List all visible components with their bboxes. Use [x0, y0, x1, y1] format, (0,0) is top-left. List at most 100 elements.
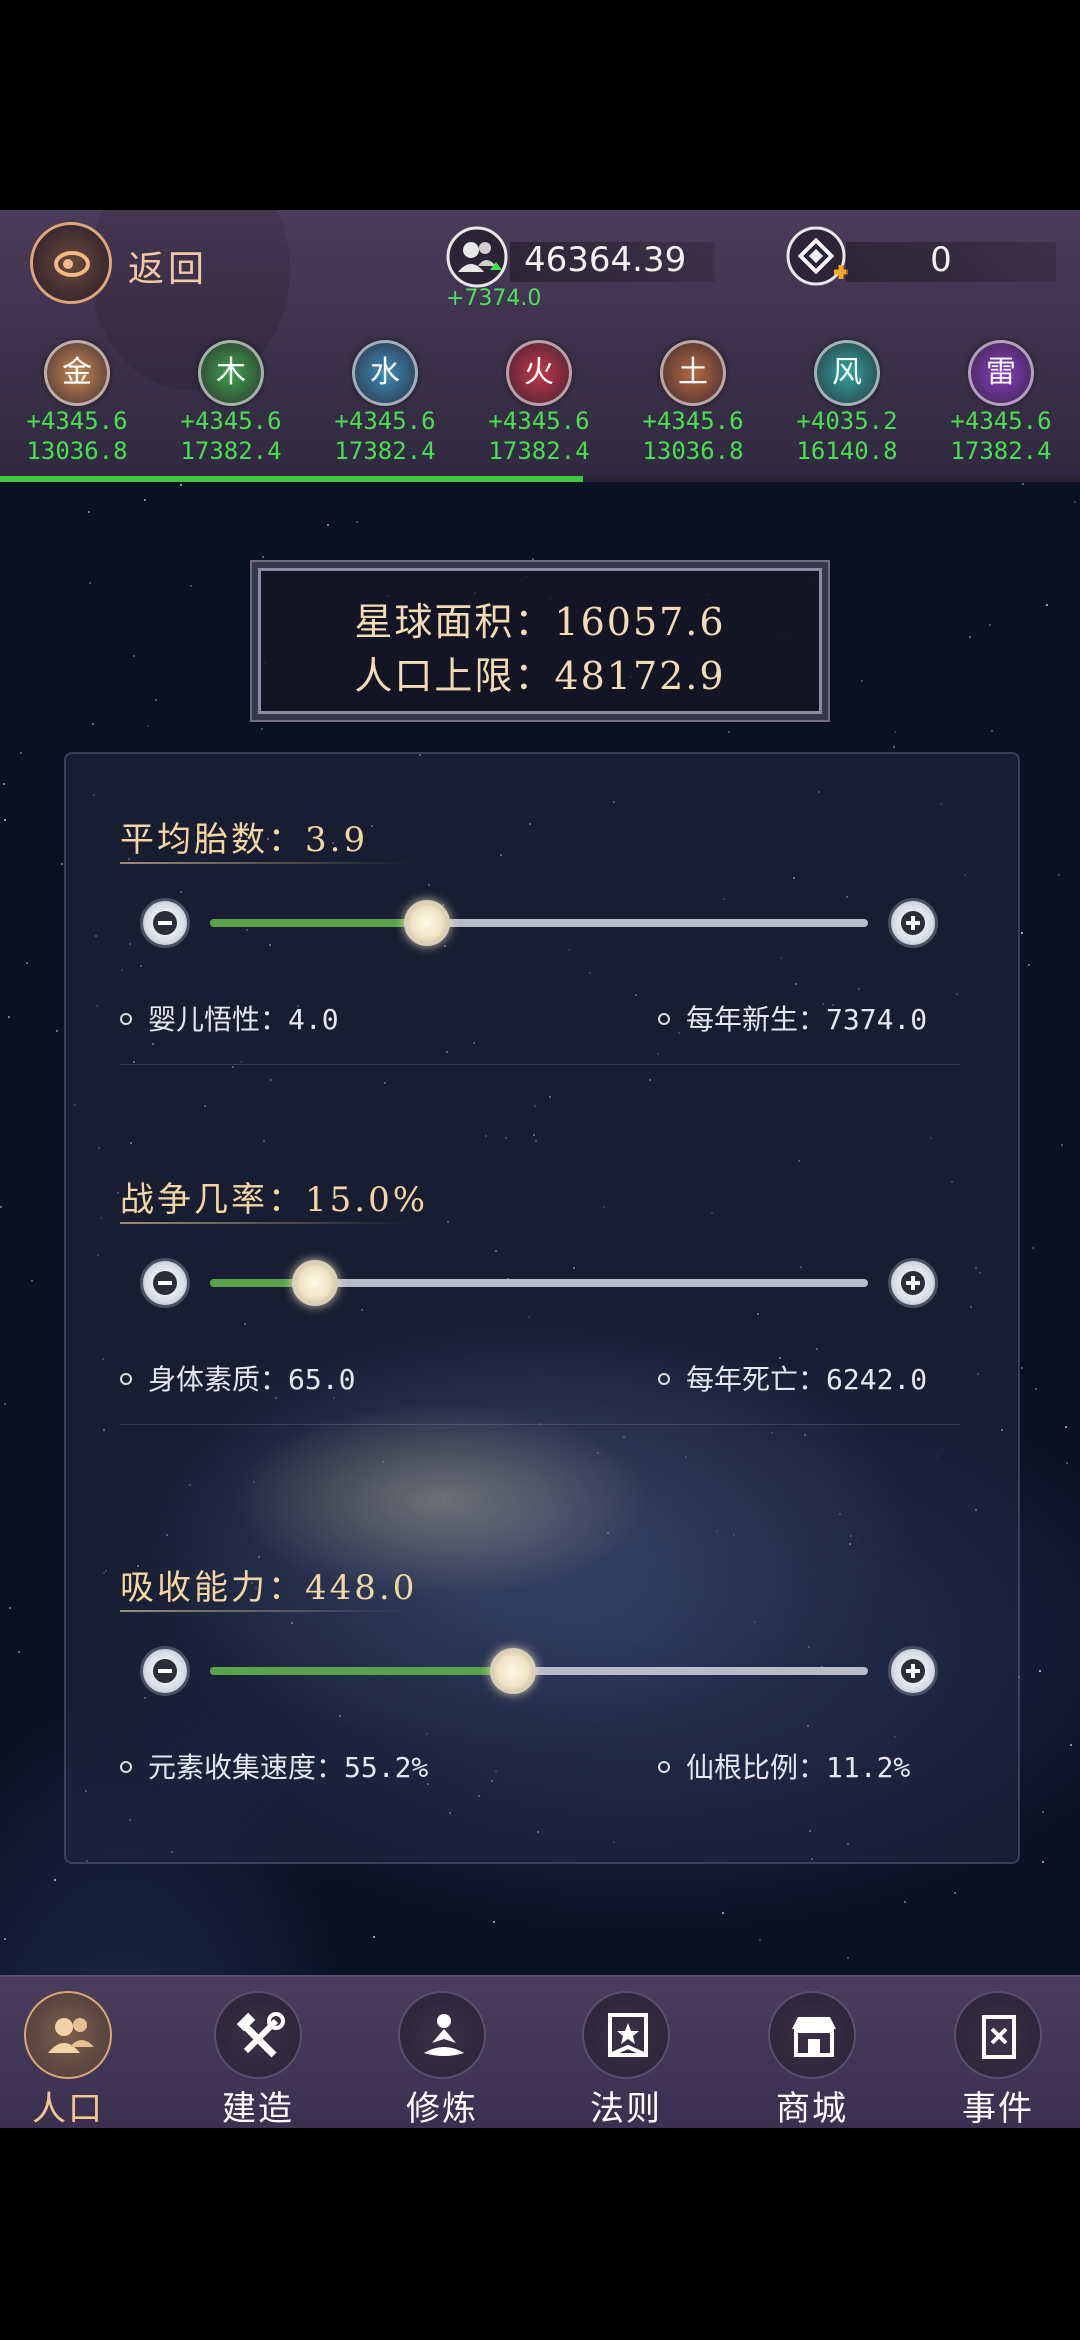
title-underline [120, 1222, 410, 1224]
element-badge: 风 [814, 340, 880, 406]
nav-item-3[interactable]: 法则 [536, 1977, 716, 2130]
section-divider [120, 1064, 960, 1065]
star [4, 1937, 7, 1940]
left-stat-text: 身体素质：65.0 [148, 1363, 356, 1396]
population-cap: 人口上限：48172.9 [354, 654, 726, 698]
element-rate: +4345.6 [26, 407, 128, 435]
slider-knob[interactable] [292, 1260, 339, 1306]
nav-item-1[interactable]: 建造 [168, 1977, 348, 2130]
element-badge: 水 [352, 340, 418, 406]
section-title: 战争几率：15.0% [120, 1180, 429, 1220]
star [1039, 1670, 1042, 1673]
element-6[interactable]: 雷 +4345.6 17382.4 [926, 340, 1076, 466]
star [7, 1016, 10, 1019]
star [847, 1957, 850, 1959]
decrease-button[interactable] [140, 1258, 190, 1308]
star [728, 731, 731, 734]
star [53, 1879, 56, 1882]
star [893, 731, 896, 734]
section-divider [120, 1424, 960, 1425]
bottom-black-bar [0, 2128, 1080, 2340]
left-stat: 元素收集速度：55.2% [120, 1746, 428, 1786]
element-0[interactable]: 金 +4345.6 13036.8 [2, 340, 152, 466]
bullet-icon [658, 1373, 670, 1385]
title-underline [120, 1610, 410, 1612]
star [9, 1606, 12, 1609]
slider-track[interactable] [210, 900, 868, 946]
star [179, 484, 182, 487]
increase-button[interactable] [888, 898, 938, 948]
star [1070, 1744, 1073, 1747]
left-stat: 婴儿悟性：4.0 [120, 998, 339, 1038]
decrease-button[interactable] [140, 898, 190, 948]
people-icon [24, 1991, 112, 2079]
star [55, 1029, 58, 1032]
star [31, 1279, 34, 1282]
star [25, 962, 28, 965]
slider-track[interactable] [210, 1260, 868, 1306]
star [154, 699, 157, 702]
meditation-icon [398, 1991, 486, 2079]
slider-track[interactable] [210, 1648, 868, 1694]
star [759, 1938, 762, 1941]
star [1041, 1861, 1044, 1863]
star [260, 727, 263, 730]
tools-icon [214, 1991, 302, 2079]
nav-label: 人口 [32, 2089, 104, 2129]
nav-label: 建造 [222, 2089, 294, 2129]
star [1034, 1387, 1037, 1390]
population-icon [446, 226, 508, 288]
bullet-icon [120, 1013, 132, 1025]
star [860, 679, 863, 682]
bullet-icon [658, 1761, 670, 1773]
star [19, 752, 22, 755]
star [1020, 1367, 1023, 1370]
element-badge: 土 [660, 340, 726, 406]
nav-label: 事件 [962, 2089, 1034, 2129]
element-1[interactable]: 木 +4345.6 17382.4 [156, 340, 306, 466]
increase-button[interactable] [888, 1646, 938, 1696]
star [1074, 501, 1077, 504]
star [990, 729, 993, 732]
element-total: 17382.4 [180, 437, 282, 465]
decrease-button[interactable] [140, 1646, 190, 1696]
element-rate: +4345.6 [950, 407, 1052, 435]
slider-knob[interactable] [489, 1648, 536, 1694]
nav-item-4[interactable]: 商城 [722, 1977, 902, 2130]
back-button[interactable]: 返回 [30, 222, 230, 308]
star [1046, 603, 1049, 606]
star [327, 523, 330, 526]
nav-label: 商城 [776, 2089, 848, 2129]
element-5[interactable]: 风 +4035.2 16140.8 [772, 340, 922, 466]
star [190, 585, 193, 588]
star [954, 1892, 957, 1895]
nav-item-5[interactable]: 事件 [908, 1977, 1080, 2130]
nav-item-2[interactable]: 修炼 [352, 1977, 532, 2130]
star [61, 862, 64, 865]
star [968, 636, 971, 639]
nav-item-0[interactable]: 人口 [0, 1977, 158, 2130]
increase-button[interactable] [888, 1258, 938, 1308]
element-3[interactable]: 火 +4345.6 17382.4 [464, 340, 614, 466]
element-4[interactable]: 土 +4345.6 13036.8 [618, 340, 768, 466]
slider-fill [210, 1667, 513, 1675]
star [1032, 1246, 1035, 1249]
gem-add-icon[interactable] [786, 226, 852, 292]
right-stat: 每年死亡：6242.0 [658, 1358, 927, 1398]
star [3, 1403, 6, 1406]
star [1060, 1144, 1063, 1147]
star [531, 557, 534, 560]
star [373, 1936, 376, 1939]
star [1022, 482, 1025, 485]
element-total: 16140.8 [796, 437, 898, 465]
slider-fill [210, 919, 428, 927]
right-stat-text: 仙根比例：11.2% [686, 1751, 911, 1784]
element-badge: 雷 [968, 340, 1034, 406]
star [143, 498, 146, 501]
nav-label: 法则 [590, 2089, 662, 2129]
element-rate: +4345.6 [180, 407, 282, 435]
element-2[interactable]: 水 +4345.6 17382.4 [310, 340, 460, 466]
star [1027, 964, 1030, 967]
slider-knob[interactable] [404, 900, 451, 946]
star [1041, 1811, 1044, 1814]
